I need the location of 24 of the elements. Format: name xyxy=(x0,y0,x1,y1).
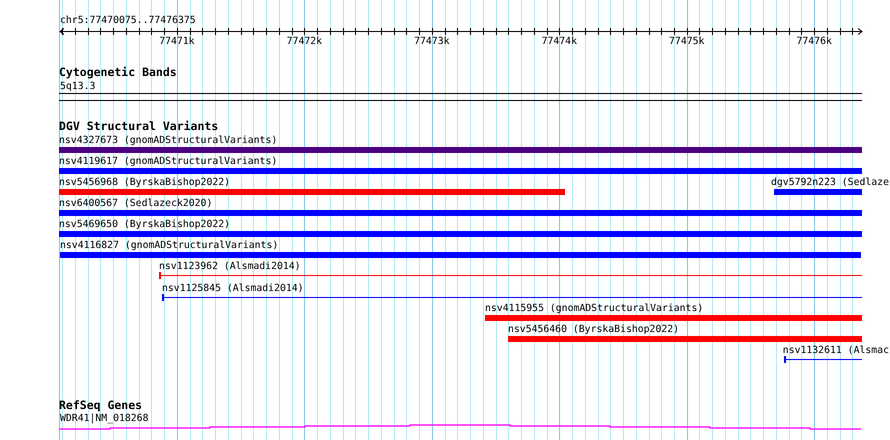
variant-label: nsv6400567 (Sedlazeck2020) xyxy=(59,198,212,209)
ruler-label: 77471k xyxy=(159,36,195,47)
variant-label: nsv1132611 (Alsmac xyxy=(782,345,889,356)
variant-label: dgv5792n223 (Sedlaze xyxy=(771,177,889,188)
variant-label: nsv4115955 (gnomADStructuralVariants) xyxy=(485,303,704,314)
variant-label: nsv5456968 (ByrskaBishop2022) xyxy=(59,177,230,188)
variant-label: nsv5469650 (ByrskaBishop2022) xyxy=(59,219,230,230)
variant-label: nsv1123962 (Alsmadi2014) xyxy=(159,261,301,272)
ruler-label: 77472k xyxy=(286,36,322,47)
ruler-label: 77475k xyxy=(669,36,704,47)
ruler-label: 77473k xyxy=(414,36,450,47)
locus-label: chr5:77470075..77476375 xyxy=(60,15,196,26)
gene-label: WDR41|NM_018268 xyxy=(60,413,148,424)
track-title: Cytogenetic Bands xyxy=(59,67,177,78)
track-title: DGV Structural Variants xyxy=(59,121,218,132)
variant-label: nsv4116827 (gnomADStructuralVariants) xyxy=(60,240,278,251)
band-label: 5q13.3 xyxy=(60,81,96,92)
variant-label: nsv5456460 (ByrskaBishop2022) xyxy=(508,324,680,335)
track-title: RefSeq Genes xyxy=(59,400,142,411)
ruler-label: 77476k xyxy=(796,36,832,47)
variant-label: nsv1125845 (Alsmadi2014) xyxy=(162,283,304,294)
ruler-label: 77474k xyxy=(542,36,577,47)
variant-label: nsv4119617 (gnomADStructuralVariants) xyxy=(59,156,278,167)
variant-label: nsv4327673 (gnomADStructuralVariants) xyxy=(59,135,278,146)
